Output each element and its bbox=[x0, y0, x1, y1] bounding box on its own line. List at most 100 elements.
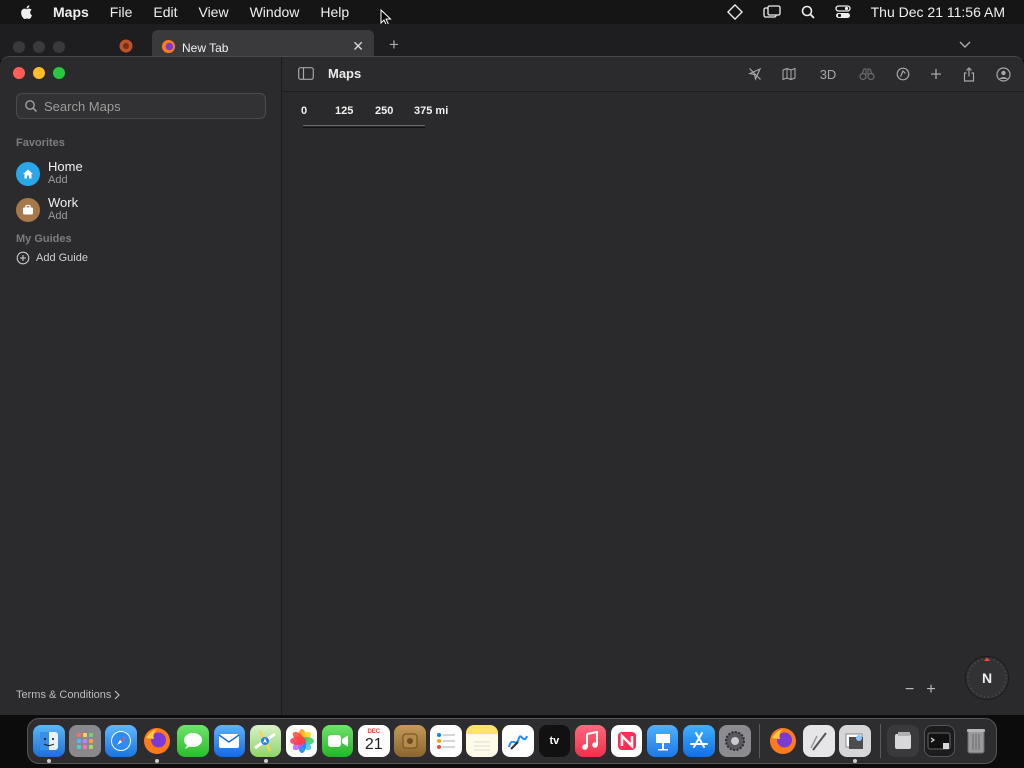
my-guides-heading: My Guides bbox=[16, 233, 72, 245]
menu-clock[interactable]: Thu Dec 21 11:56 AM bbox=[871, 4, 1005, 20]
spotlight-search-icon[interactable] bbox=[801, 5, 815, 19]
trash-icon[interactable] bbox=[960, 725, 992, 757]
sidebar-toggle-icon[interactable] bbox=[298, 67, 314, 80]
terms-and-conditions-link[interactable]: Terms & Conditions bbox=[16, 689, 121, 701]
zoom-in-button[interactable]: + bbox=[926, 681, 935, 699]
browser-close-button[interactable] bbox=[13, 41, 25, 53]
keynote-icon[interactable] bbox=[646, 725, 679, 757]
minimize-button[interactable] bbox=[33, 67, 45, 79]
favorites-heading: Favorites bbox=[16, 137, 65, 149]
dock-separator bbox=[759, 724, 761, 758]
favorite-home-sub: Add bbox=[48, 174, 68, 186]
dock: DEC 21 tv bbox=[27, 718, 997, 764]
binoculars-icon[interactable] bbox=[858, 65, 876, 83]
launchpad-icon[interactable] bbox=[69, 725, 101, 757]
messages-icon[interactable] bbox=[177, 725, 210, 757]
calendar-day: 21 bbox=[364, 736, 383, 753]
menu-extra-diamond-icon[interactable] bbox=[726, 4, 743, 20]
music-icon[interactable] bbox=[574, 725, 607, 757]
apple-tv-icon[interactable]: tv bbox=[538, 725, 571, 757]
apple-menu-icon[interactable] bbox=[19, 4, 35, 20]
firefox-icon bbox=[161, 39, 176, 54]
menu-help[interactable]: Help bbox=[320, 4, 349, 20]
photos-icon[interactable] bbox=[285, 725, 318, 757]
zoom-out-button[interactable]: − bbox=[905, 681, 914, 699]
plus-circle-icon bbox=[16, 251, 30, 265]
calendar-icon[interactable]: DEC 21 bbox=[357, 725, 390, 757]
news-icon[interactable] bbox=[610, 725, 643, 757]
tab-list-chevron-icon[interactable] bbox=[959, 38, 971, 50]
chevron-right-icon bbox=[114, 690, 121, 700]
add-icon[interactable] bbox=[927, 65, 945, 83]
favorite-home[interactable]: Home Add bbox=[16, 160, 83, 187]
keychain-icon[interactable] bbox=[394, 725, 426, 757]
finder-icon[interactable] bbox=[33, 725, 65, 763]
tracking-icon[interactable] bbox=[894, 65, 912, 83]
app-store-icon[interactable] bbox=[682, 725, 715, 757]
zoom-button[interactable] bbox=[53, 67, 65, 79]
scale-bar bbox=[303, 125, 425, 128]
scale-label-375: 375 mi bbox=[414, 105, 449, 117]
scale-label-0: 0 bbox=[301, 105, 308, 117]
add-guide-label: Add Guide bbox=[36, 252, 88, 264]
3d-button[interactable]: 3D bbox=[817, 65, 839, 83]
window-controls bbox=[13, 67, 65, 79]
tab-title: New Tab bbox=[182, 41, 229, 55]
facetime-icon[interactable] bbox=[321, 725, 354, 757]
search-icon bbox=[25, 100, 38, 113]
pinned-tab-favicon-icon[interactable] bbox=[118, 38, 134, 54]
screen-mirroring-icon[interactable] bbox=[762, 5, 781, 19]
control-center-icon[interactable] bbox=[834, 5, 851, 19]
map-mode-icon[interactable] bbox=[780, 65, 798, 83]
close-button[interactable] bbox=[13, 67, 25, 79]
tab-close-icon[interactable]: ✕ bbox=[352, 38, 364, 55]
share-icon[interactable] bbox=[960, 65, 978, 83]
firefox-recent-icon[interactable] bbox=[767, 725, 799, 757]
favorite-work-sub: Add bbox=[48, 210, 68, 222]
reminders-icon[interactable] bbox=[430, 725, 462, 757]
downloads-stack-icon[interactable] bbox=[887, 725, 920, 757]
location-arrow-icon[interactable] bbox=[746, 65, 764, 83]
zoom-controls: − + bbox=[905, 681, 936, 699]
safari-icon[interactable] bbox=[105, 725, 137, 757]
favorite-work-label: Work bbox=[48, 195, 79, 210]
search-field[interactable] bbox=[16, 93, 266, 119]
menu-file[interactable]: File bbox=[110, 4, 133, 20]
freeform-icon[interactable] bbox=[502, 725, 535, 757]
menu-app-name[interactable]: Maps bbox=[53, 4, 89, 20]
map-area[interactable]: Maps 3D 0 125 250 375 mi − + N bbox=[283, 57, 1024, 715]
preview-icon[interactable] bbox=[839, 725, 871, 763]
mail-icon[interactable] bbox=[213, 725, 246, 757]
maps-window: Favorites Home Add Work Add My Guides Ad… bbox=[0, 56, 1024, 715]
firefox-dock-icon[interactable] bbox=[141, 725, 173, 763]
compass[interactable]: N bbox=[965, 656, 1009, 700]
favorite-work[interactable]: Work Add bbox=[16, 196, 78, 223]
new-tab-icon[interactable]: + bbox=[389, 35, 399, 55]
favorite-home-label: Home bbox=[48, 159, 83, 174]
apple-tv-label: tv bbox=[549, 735, 560, 747]
search-input[interactable] bbox=[44, 98, 244, 114]
menu-view[interactable]: View bbox=[198, 4, 228, 20]
scale-label-125: 125 bbox=[335, 105, 354, 117]
calendar-month: DEC bbox=[367, 729, 381, 735]
scale-label-250: 250 bbox=[375, 105, 394, 117]
maps-dock-icon[interactable] bbox=[249, 725, 282, 763]
script-editor-icon[interactable] bbox=[803, 725, 835, 757]
compass-north-label: N bbox=[981, 670, 993, 686]
browser-minimize-button[interactable] bbox=[33, 41, 45, 53]
menu-edit[interactable]: Edit bbox=[153, 4, 177, 20]
dock-separator-2 bbox=[879, 724, 881, 758]
add-guide-button[interactable]: Add Guide bbox=[16, 251, 88, 265]
briefcase-icon bbox=[16, 197, 40, 222]
menu-window[interactable]: Window bbox=[250, 4, 300, 20]
sidebar: Favorites Home Add Work Add My Guides Ad… bbox=[0, 57, 282, 715]
terminal-stack-icon[interactable] bbox=[923, 725, 956, 757]
account-icon[interactable] bbox=[994, 65, 1012, 83]
toolbar: Maps 3D bbox=[283, 57, 1024, 92]
system-settings-icon[interactable] bbox=[719, 725, 751, 757]
browser-zoom-button[interactable] bbox=[53, 41, 65, 53]
menu-bar: Maps File Edit View Window Help Thu Dec … bbox=[0, 0, 1024, 27]
home-icon bbox=[16, 161, 40, 186]
notes-icon[interactable] bbox=[466, 725, 498, 757]
toolbar-title: Maps bbox=[328, 66, 362, 81]
